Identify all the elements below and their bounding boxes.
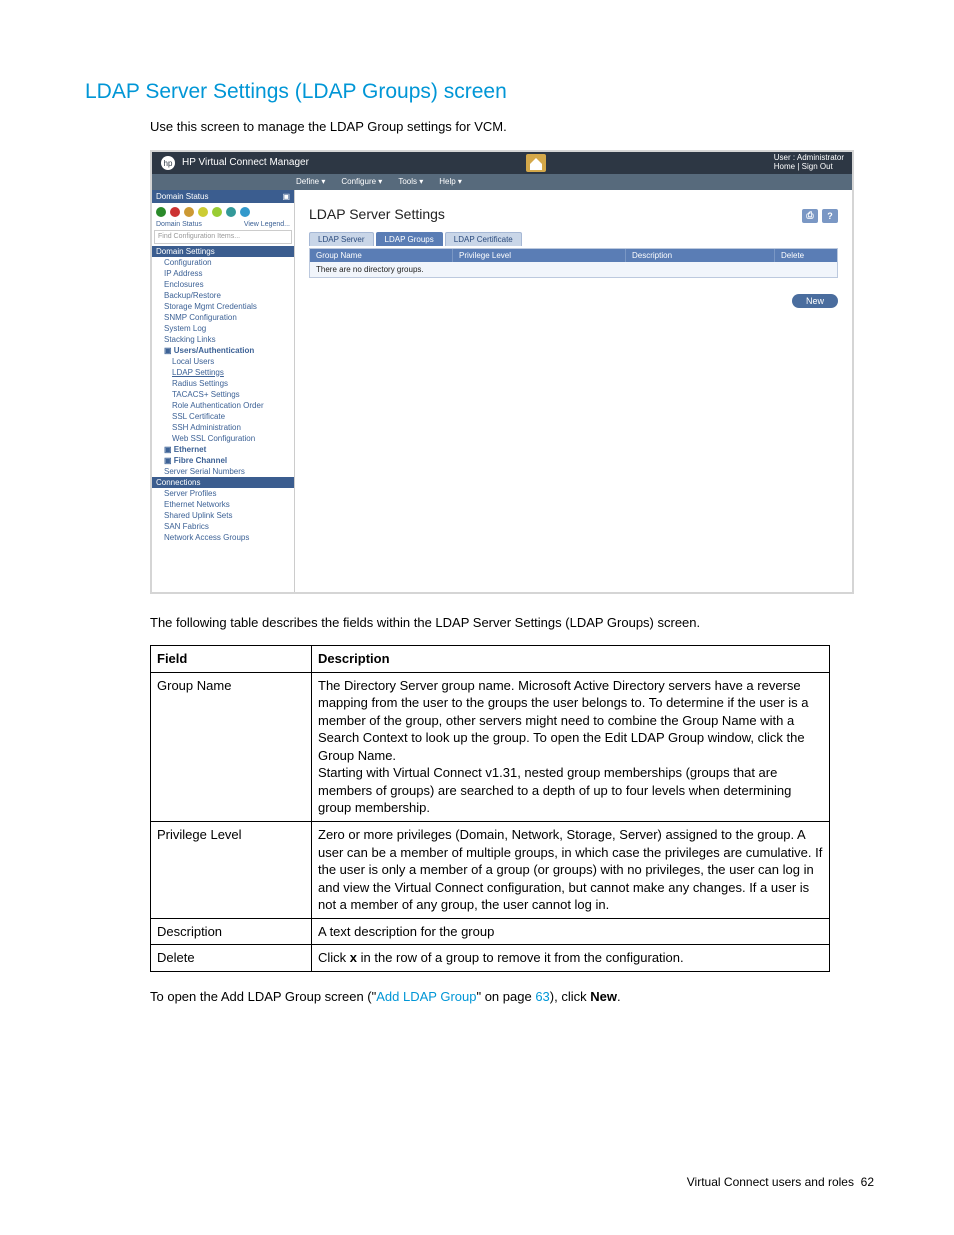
sidebar-item[interactable]: System Log xyxy=(152,323,294,334)
field-desc: A text description for the group xyxy=(312,918,830,945)
sidebar-item[interactable]: IP Address xyxy=(152,268,294,279)
menubar: Define ▾ Configure ▾ Tools ▾ Help ▾ xyxy=(152,174,852,190)
sidebar-item[interactable]: Local Users xyxy=(152,356,294,367)
tab[interactable]: LDAP Groups xyxy=(376,232,443,246)
sidebar-item-ethernet[interactable]: ▣ Ethernet xyxy=(152,444,294,455)
menu-item[interactable]: Configure ▾ xyxy=(341,177,382,186)
sidebar-item[interactable]: Enclosures xyxy=(152,279,294,290)
sidebar-item[interactable]: Configuration xyxy=(152,257,294,268)
sidebar-item[interactable]: SAN Fabrics xyxy=(152,521,294,532)
th-field: Field xyxy=(151,646,312,673)
app-screenshot: hp HP Virtual Connect Manager User : Adm… xyxy=(150,150,854,594)
sidebar-item[interactable]: Ethernet Networks xyxy=(152,499,294,510)
status-dot-icon xyxy=(240,207,250,217)
col-privilege[interactable]: Privilege Level xyxy=(453,249,626,262)
intro-text: Use this screen to manage the LDAP Group… xyxy=(150,118,884,136)
main-title: LDAP Server Settings xyxy=(309,206,445,222)
print-icon[interactable]: ⎙ xyxy=(802,209,818,223)
section-connections: Connections xyxy=(152,477,294,488)
fields-table: Field Description Group NameThe Director… xyxy=(150,645,830,972)
sidebar-item[interactable]: Backup/Restore xyxy=(152,290,294,301)
hp-logo-icon: hp xyxy=(160,155,176,171)
sidebar-item[interactable]: Radius Settings xyxy=(152,378,294,389)
signout-link[interactable]: Sign Out xyxy=(802,162,833,171)
status-dot-icon xyxy=(184,207,194,217)
field-name: Group Name xyxy=(151,672,312,821)
status-dot-icon xyxy=(156,207,166,217)
col-delete[interactable]: Delete xyxy=(775,249,837,262)
page-heading: LDAP Server Settings (LDAP Groups) scree… xyxy=(85,80,884,104)
page-footer: Virtual Connect users and roles 62 xyxy=(85,1175,884,1189)
tab[interactable]: LDAP Certificate xyxy=(445,232,522,246)
new-button[interactable]: New xyxy=(792,294,838,308)
sidebar-item-users-auth[interactable]: ▣ Users/Authentication xyxy=(152,345,294,356)
sidebar: Domain Status ▣ Domain Status View Legend… xyxy=(152,190,295,592)
field-name: Description xyxy=(151,918,312,945)
field-desc: Zero or more privileges (Domain, Network… xyxy=(312,822,830,919)
sidebar-item[interactable]: Stacking Links xyxy=(152,334,294,345)
collapse-icon[interactable]: ▣ xyxy=(282,192,290,201)
sidebar-item[interactable]: Role Authentication Order xyxy=(152,400,294,411)
view-legend-link[interactable]: View Legend... xyxy=(244,221,290,228)
sidebar-item-fibre[interactable]: ▣ Fibre Channel xyxy=(152,455,294,466)
field-desc: Click x in the row of a group to remove … xyxy=(312,945,830,972)
table-caption: The following table describes the fields… xyxy=(150,614,884,632)
col-group-name[interactable]: Group Name xyxy=(310,249,453,262)
section-domain-settings: Domain Settings xyxy=(152,246,294,257)
legend-left-label: Domain Status xyxy=(156,221,202,228)
th-description: Description xyxy=(312,646,830,673)
field-desc: The Directory Server group name. Microso… xyxy=(312,672,830,821)
status-dot-icon xyxy=(226,207,236,217)
empty-row: There are no directory groups. xyxy=(310,262,837,277)
field-name: Privilege Level xyxy=(151,822,312,919)
sidebar-item[interactable]: LDAP Settings xyxy=(152,367,294,378)
tab[interactable]: LDAP Server xyxy=(309,232,374,246)
sidebar-item[interactable]: Server Serial Numbers xyxy=(152,466,294,477)
menu-item[interactable]: Tools ▾ xyxy=(398,177,423,186)
menu-item[interactable]: Define ▾ xyxy=(296,177,325,186)
help-icon[interactable]: ? xyxy=(822,209,838,223)
post-note: To open the Add LDAP Group screen ("Add … xyxy=(150,988,884,1006)
home-link[interactable]: Home xyxy=(774,162,795,171)
svg-text:hp: hp xyxy=(164,159,173,168)
page-link[interactable]: 63 xyxy=(535,989,549,1004)
add-ldap-group-link[interactable]: Add LDAP Group xyxy=(376,989,476,1004)
field-name: Delete xyxy=(151,945,312,972)
sidebar-item[interactable]: Server Profiles xyxy=(152,488,294,499)
product-title: HP Virtual Connect Manager xyxy=(182,157,309,168)
col-description[interactable]: Description xyxy=(626,249,775,262)
home-icon[interactable] xyxy=(526,154,546,172)
status-dot-icon xyxy=(170,207,180,217)
sidebar-item[interactable]: Network Access Groups xyxy=(152,532,294,543)
sidebar-item[interactable]: Storage Mgmt Credentials xyxy=(152,301,294,312)
search-input[interactable]: Find Configuration Items... xyxy=(154,230,292,244)
status-dot-icon xyxy=(212,207,222,217)
sidebar-item[interactable]: SNMP Configuration xyxy=(152,312,294,323)
sidebar-item[interactable]: SSH Administration xyxy=(152,422,294,433)
sidebar-item[interactable]: Shared Uplink Sets xyxy=(152,510,294,521)
menu-item[interactable]: Help ▾ xyxy=(439,177,462,186)
status-dot-icon xyxy=(198,207,208,217)
sidebar-item[interactable]: SSL Certificate xyxy=(152,411,294,422)
sidebar-item[interactable]: Web SSL Configuration xyxy=(152,433,294,444)
domain-status-header: Domain Status xyxy=(156,192,208,201)
sidebar-item[interactable]: TACACS+ Settings xyxy=(152,389,294,400)
